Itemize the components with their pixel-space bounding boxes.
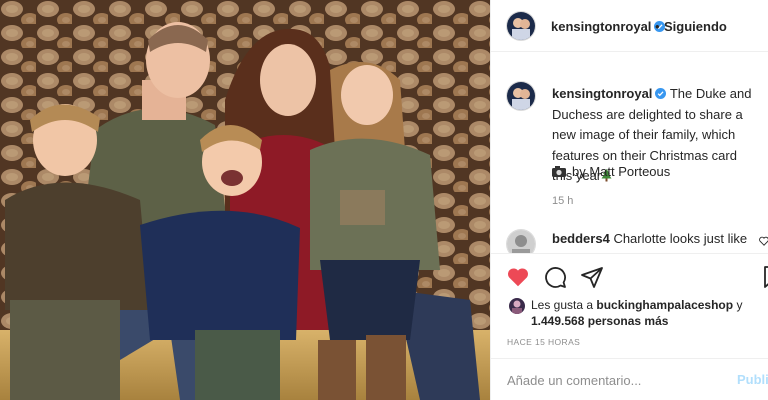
caption-author-avatar[interactable] [507, 82, 535, 110]
comment-icon[interactable] [543, 265, 567, 289]
author-username-text[interactable]: kensingtonroyal [551, 19, 651, 34]
post-side-panel: kensingtonroyal • Siguiendo kensingtonro… [490, 0, 768, 400]
action-bar [491, 253, 768, 300]
comment-item: bedders4 Charlotte looks just like [491, 228, 768, 253]
camera-icon [552, 166, 566, 177]
verified-badge-icon [655, 88, 667, 99]
likes-and: y [736, 298, 743, 312]
likes-liked-by: Les gusta a buckinghampalaceshop y [531, 298, 742, 312]
commenter-avatar[interactable] [507, 230, 535, 253]
post-header: kensingtonroyal • Siguiendo [491, 0, 768, 52]
caption-time[interactable]: 15 h [552, 195, 573, 207]
comment-like-heart-icon[interactable] [759, 236, 768, 246]
following-button[interactable]: Siguiendo [664, 19, 727, 34]
comment-box: Publicar [491, 358, 768, 400]
publish-button[interactable]: Publicar [737, 372, 768, 387]
post-timestamp[interactable]: HACE 15 HORAS [507, 337, 580, 347]
photo-credit-text: by Matt Porteous [572, 164, 671, 179]
author-avatar[interactable] [507, 12, 535, 40]
share-icon[interactable] [580, 265, 604, 289]
likes-count[interactable]: 1.449.568 [531, 314, 584, 328]
commenter-username[interactable]: bedders4 [552, 231, 610, 246]
likes-count-line[interactable]: 1.449.568 personas más [531, 314, 668, 328]
caption-username[interactable]: kensingtonroyal [552, 86, 652, 101]
post-photo[interactable] [0, 0, 490, 400]
header-separator: • [655, 19, 660, 34]
likes-summary: Les gusta a buckinghampalaceshop y 1.449… [491, 296, 768, 330]
bookmark-icon[interactable] [761, 265, 768, 289]
comment-text: Charlotte looks just like [613, 231, 748, 246]
family-photo-image [0, 0, 490, 400]
author-username[interactable]: kensingtonroyal [551, 19, 666, 34]
comment-text-block: bedders4 Charlotte looks just like [552, 231, 747, 246]
photo-credit: by Matt Porteous [552, 164, 670, 179]
liker-username[interactable]: buckinghampalaceshop [596, 298, 733, 312]
heart-icon[interactable] [506, 265, 530, 289]
caption-section: kensingtonroyal The Duke and Duchess are… [491, 52, 768, 228]
comment-input[interactable] [507, 371, 717, 389]
liker-avatar[interactable] [509, 298, 525, 314]
likes-suffix[interactable]: personas más [588, 314, 669, 328]
likes-prefix: Les gusta a [531, 298, 594, 312]
